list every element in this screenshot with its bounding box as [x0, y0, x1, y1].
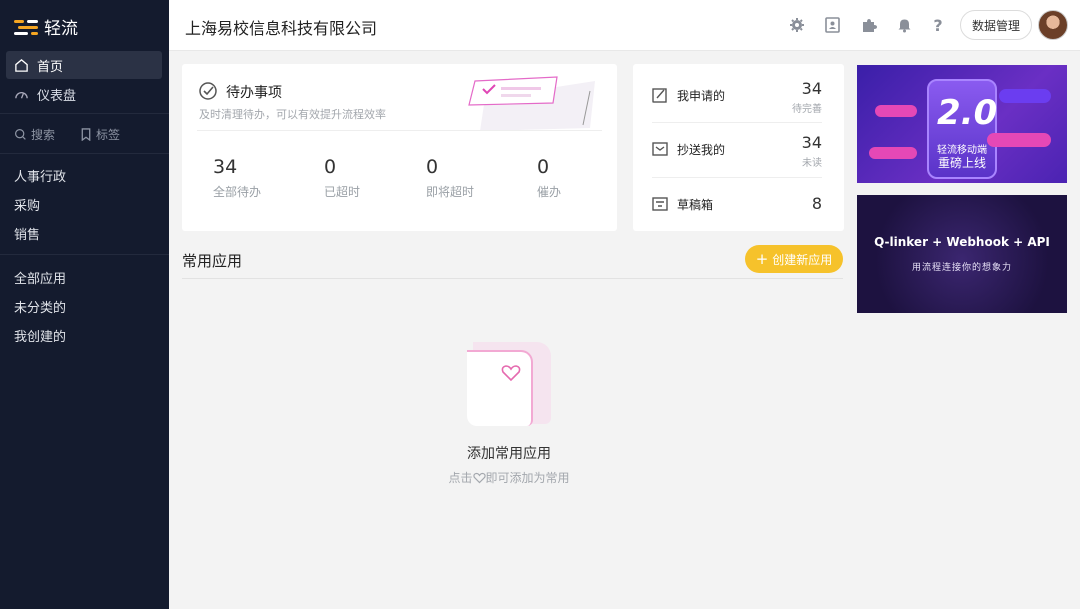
help-icon[interactable]: ? [929, 16, 947, 35]
check-circle-icon [199, 82, 217, 100]
hint-pre: 点击 [448, 471, 473, 485]
search-label: 搜索 [31, 128, 56, 142]
search-icon [15, 129, 26, 140]
mine-sub: 未读 [802, 158, 822, 169]
stat-label: 即将超时 [426, 185, 475, 199]
divider [0, 113, 169, 114]
mine-drafts[interactable]: 草稿箱 8 [652, 194, 822, 214]
create-label: 创建新应用 [772, 252, 833, 267]
divider [0, 254, 169, 255]
inbox-icon [652, 142, 668, 156]
sidebar-search[interactable]: 搜索 [14, 126, 55, 143]
sidebar-item-dashboard[interactable]: 仪表盘 [6, 80, 162, 108]
stat-value: 0 [537, 156, 550, 178]
data-manage-button[interactable]: 数据管理 [960, 10, 1032, 40]
divider [652, 122, 822, 123]
qlinker-banner[interactable]: Q-linker + Webhook + API 用流程连接你的想象力 [857, 195, 1067, 313]
bubble [875, 105, 917, 117]
bubble [999, 89, 1051, 103]
create-app-button[interactable]: + 创建新应用 [745, 245, 843, 273]
sidebar: 轻流 首页 仪表盘 搜索 标签 人事行政 采购 销售 全部应用 未分类的 我创建… [0, 0, 169, 609]
empty-title: 添加常用应用 [467, 446, 551, 462]
divider [652, 177, 822, 178]
banner2-subtitle: 用流程连接你的想象力 [911, 263, 1012, 273]
sidebar-filter-all[interactable]: 全部应用 [14, 268, 66, 287]
mine-cc[interactable]: 抄送我的 34 未读 [652, 133, 822, 169]
mine-applied[interactable]: 我申请的 34 待完善 [652, 79, 822, 115]
mine-value: 8 [811, 194, 822, 213]
mine-label: 我申请的 [677, 88, 726, 103]
stat-value: 34 [213, 156, 238, 178]
sidebar-item-label: 首页 [37, 59, 64, 75]
sidebar-filter-uncategorized[interactable]: 未分类的 [14, 297, 66, 316]
sidebar-filter-mine[interactable]: 我创建的 [14, 326, 66, 345]
stat-urged[interactable]: 0 催办 [537, 156, 561, 200]
sidebar-tags[interactable]: 标签 [80, 126, 120, 143]
logo[interactable]: 轻流 [14, 14, 78, 39]
heart-icon [472, 472, 486, 483]
mine-value: 34 [801, 79, 822, 98]
sidebar-item-label: 仪表盘 [37, 88, 77, 104]
divider [0, 153, 169, 154]
mine-sub: 待完善 [792, 104, 822, 115]
bubble [869, 147, 917, 159]
edit-icon [652, 88, 667, 103]
stat-label: 已超时 [324, 185, 361, 199]
app-name: 轻流 [44, 19, 78, 39]
todo-subtitle: 及时清理待办，可以有效提升流程效率 [199, 108, 386, 121]
sidebar-item-home[interactable]: 首页 [6, 51, 162, 79]
todo-title[interactable]: 待办事项 [226, 82, 282, 102]
draft-icon [652, 197, 668, 211]
mine-label: 抄送我的 [677, 142, 726, 157]
company-name[interactable]: 上海易校信息科技有限公司 [185, 15, 377, 39]
empty-illustration [467, 342, 551, 426]
mobile-launch-banner[interactable]: 2.0 轻流移动端 重磅上线 [857, 65, 1067, 183]
stat-label: 全部待办 [213, 185, 262, 199]
gear-icon[interactable] [788, 16, 806, 34]
stat-value: 0 [324, 156, 337, 178]
stat-due-soon[interactable]: 0 即将超时 [426, 156, 474, 200]
sidebar-group-hr[interactable]: 人事行政 [14, 166, 66, 185]
stat-label: 催办 [537, 185, 562, 199]
tag-label: 标签 [96, 128, 121, 142]
mine-label: 草稿箱 [677, 197, 714, 212]
home-icon [15, 58, 28, 72]
todo-illustration [468, 76, 595, 131]
hint-post: 即可添加为常用 [485, 471, 570, 485]
plus-icon: + [755, 250, 769, 268]
divider [197, 130, 602, 131]
bell-icon[interactable] [895, 16, 913, 34]
stat-overdue[interactable]: 0 已超时 [324, 156, 360, 200]
empty-hint: 点击 即可添加为常用 [430, 469, 588, 486]
stat-value: 0 [426, 156, 439, 178]
stat-all[interactable]: 34 全部待办 [213, 156, 261, 200]
plugin-icon[interactable] [860, 16, 878, 34]
dashboard-icon [15, 91, 28, 98]
banner2-title: Q-linker + Webhook + API [874, 235, 1050, 249]
heart-icon [501, 365, 521, 382]
sidebar-group-sales[interactable]: 销售 [14, 224, 40, 243]
section-title: 常用应用 [182, 252, 243, 270]
banner1-subtitle: 重磅上线 [937, 156, 986, 170]
mine-value: 34 [801, 133, 822, 152]
logo-icon [14, 18, 38, 36]
bookmark-icon [81, 128, 91, 141]
avatar[interactable] [1038, 10, 1068, 40]
divider [182, 278, 843, 279]
version-text: 2.0 [937, 93, 998, 133]
sidebar-group-purchase[interactable]: 采购 [14, 195, 40, 214]
top-header: 上海易校信息科技有限公司 ? 数据管理 [169, 0, 1080, 51]
contacts-icon[interactable] [823, 16, 841, 34]
